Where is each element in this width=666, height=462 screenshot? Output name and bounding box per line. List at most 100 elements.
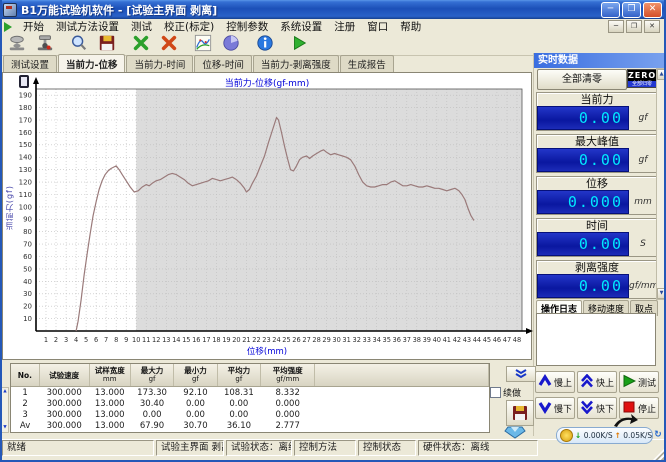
tab-3[interactable]: 当前力-时间 — [126, 55, 193, 72]
child-minimize-button[interactable]: ─ — [608, 20, 624, 33]
tab-2[interactable]: 当前力-位移 — [58, 54, 125, 72]
menu-item[interactable]: 控制参数 — [220, 21, 274, 33]
status-cell-6: 硬件状态：离线 — [418, 440, 538, 456]
menu-item[interactable]: 校正(标定) — [158, 21, 220, 33]
realtime-field-时间: 时间0.00S — [536, 218, 658, 257]
tab-6[interactable]: 生成报告 — [340, 55, 394, 72]
svg-text:80: 80 — [23, 228, 32, 236]
force-displacement-chart: 1234567891011121314151617181920212223242… — [3, 73, 533, 361]
svg-text:25: 25 — [282, 336, 290, 344]
svg-text:13: 13 — [162, 336, 170, 344]
menu-item[interactable]: 测试方法设置 — [50, 21, 125, 33]
download-speed: ↓ 0.00K/S — [575, 431, 613, 440]
svg-text:37: 37 — [403, 336, 411, 344]
field-value-display: 0.00 — [537, 274, 629, 298]
jog-button-慢上[interactable]: 慢上 — [535, 371, 575, 393]
scroll-up-arrow-icon[interactable]: ▲ — [657, 69, 666, 80]
close-button[interactable]: ✕ — [643, 2, 662, 18]
info-icon — [256, 34, 274, 56]
svg-text:27: 27 — [302, 336, 310, 344]
menu-item[interactable]: 测试 — [125, 21, 158, 33]
tool-zoom-button[interactable] — [65, 34, 93, 56]
table-row[interactable]: 3300.00013.0000.000.000.000.000 — [11, 409, 489, 420]
menu-item[interactable]: 帮助 — [394, 21, 427, 33]
table-header-unit: gf — [131, 375, 173, 383]
save-results-button[interactable] — [506, 400, 534, 426]
table-row[interactable]: Av300.00013.00067.9030.7036.102.777 — [11, 420, 489, 431]
table-cell: 0.00 — [130, 409, 173, 420]
table-scrollbar[interactable]: ▲ ▼ — [1, 387, 9, 433]
table-cell-filler — [315, 409, 489, 420]
realtime-field-剥离强度: 剥离强度0.00gf/mm — [536, 260, 658, 299]
svg-text:43: 43 — [463, 336, 471, 344]
tool-machine-button[interactable] — [3, 34, 31, 56]
operation-log-listbox[interactable] — [536, 313, 656, 366]
table-row[interactable]: 2300.00013.00030.400.000.000.000 — [11, 398, 489, 409]
jog-button-慢下[interactable]: 慢下 — [535, 397, 575, 419]
tool-green-x-button[interactable] — [127, 34, 155, 56]
chart-y-axis-label: 当前力(gf) — [4, 185, 15, 230]
field-unit: gf — [629, 148, 657, 172]
child-close-button[interactable]: ✕ — [644, 20, 660, 33]
window-title: B1万能试验机软件 - [试验主界面 剥离] — [21, 2, 217, 18]
title-bar: B1万能试验机软件 - [试验主界面 剥离] ─ ❐ ✕ — [0, 0, 666, 19]
collapse-table-button[interactable] — [506, 366, 536, 382]
svg-text:40: 40 — [23, 278, 32, 286]
scroll-down-arrow-icon[interactable]: ▼ — [657, 288, 666, 299]
realtime-scrollbar[interactable]: ▲ ▼ — [656, 68, 665, 300]
menu-item[interactable]: 注册 — [328, 21, 361, 33]
jog-button-label: 快上 — [596, 376, 614, 389]
tool-info-button[interactable] — [251, 34, 279, 56]
field-unit: S — [629, 232, 657, 256]
child-restore-button[interactable]: ❐ — [626, 20, 642, 33]
table-header: 试验速度 — [39, 364, 89, 387]
svg-text:26: 26 — [292, 336, 300, 344]
continue-checkbox[interactable] — [490, 387, 501, 398]
jog-button-测试[interactable]: 测试 — [619, 371, 659, 393]
table-cell: 0.00 — [174, 409, 217, 420]
zero-all-button[interactable]: 全部清零 — [537, 69, 627, 90]
svg-text:10: 10 — [23, 315, 32, 323]
jog-button-快下[interactable]: 快下 — [577, 397, 617, 419]
notebook-icon[interactable] — [19, 75, 29, 88]
svg-text:23: 23 — [262, 336, 270, 344]
table-row[interactable]: 1300.00013.000173.3092.10108.318.332 — [11, 387, 489, 399]
jog-button-label: 停止 — [638, 402, 656, 415]
menu-item[interactable]: 窗口 — [361, 21, 394, 33]
zero-button[interactable]: ZERO 全部归零 — [627, 69, 657, 88]
table-cell: 0.00 — [217, 398, 260, 409]
table-cell-filler — [315, 420, 489, 431]
tool-red-x-button[interactable] — [155, 34, 183, 56]
network-speed-widget[interactable]: ↓ 0.00K/S ↑ 0.05K/S ↻ — [556, 427, 653, 444]
svg-text:140: 140 — [19, 154, 32, 162]
tool-run-button[interactable] — [285, 34, 313, 56]
tool-curve-button[interactable] — [189, 34, 217, 56]
svg-text:40: 40 — [433, 336, 441, 344]
tool-pie-button[interactable] — [217, 34, 245, 56]
refresh-icon[interactable]: ↻ — [654, 430, 662, 441]
table-scroll-up-icon[interactable]: ▲ — [2, 388, 8, 396]
realtime-panel-header: 实时数据 — [534, 53, 666, 68]
field-unit: gf — [629, 106, 657, 130]
tool-save-button[interactable] — [93, 34, 121, 56]
svg-text:24: 24 — [272, 336, 280, 344]
tab-4[interactable]: 位移-时间 — [194, 55, 251, 72]
table-scroll-down-icon[interactable]: ▼ — [2, 424, 8, 432]
results-table-box: No.试验速度试样宽度mm最大力gf最小力gf平均力gf平均强度gf/mm130… — [10, 363, 490, 433]
svg-text:6: 6 — [94, 336, 98, 344]
tool-machine-alert-button[interactable] — [31, 34, 59, 56]
svg-text:7: 7 — [104, 336, 108, 344]
tab-1[interactable]: 测试设置 — [3, 55, 57, 72]
table-cell: 8.332 — [261, 387, 315, 399]
minimize-button[interactable]: ─ — [601, 2, 620, 18]
table-cell: 300.000 — [39, 398, 89, 409]
svg-text:48: 48 — [513, 336, 521, 344]
menu-item[interactable]: 开始 — [17, 21, 50, 33]
tab-5[interactable]: 当前力-剥离强度 — [253, 55, 339, 72]
jog-button-快上[interactable]: 快上 — [577, 371, 617, 393]
svg-text:41: 41 — [443, 336, 451, 344]
svg-text:110: 110 — [19, 191, 32, 199]
export-button[interactable] — [500, 424, 530, 439]
restore-button[interactable]: ❐ — [622, 2, 641, 18]
menu-item[interactable]: 系统设置 — [274, 21, 328, 33]
